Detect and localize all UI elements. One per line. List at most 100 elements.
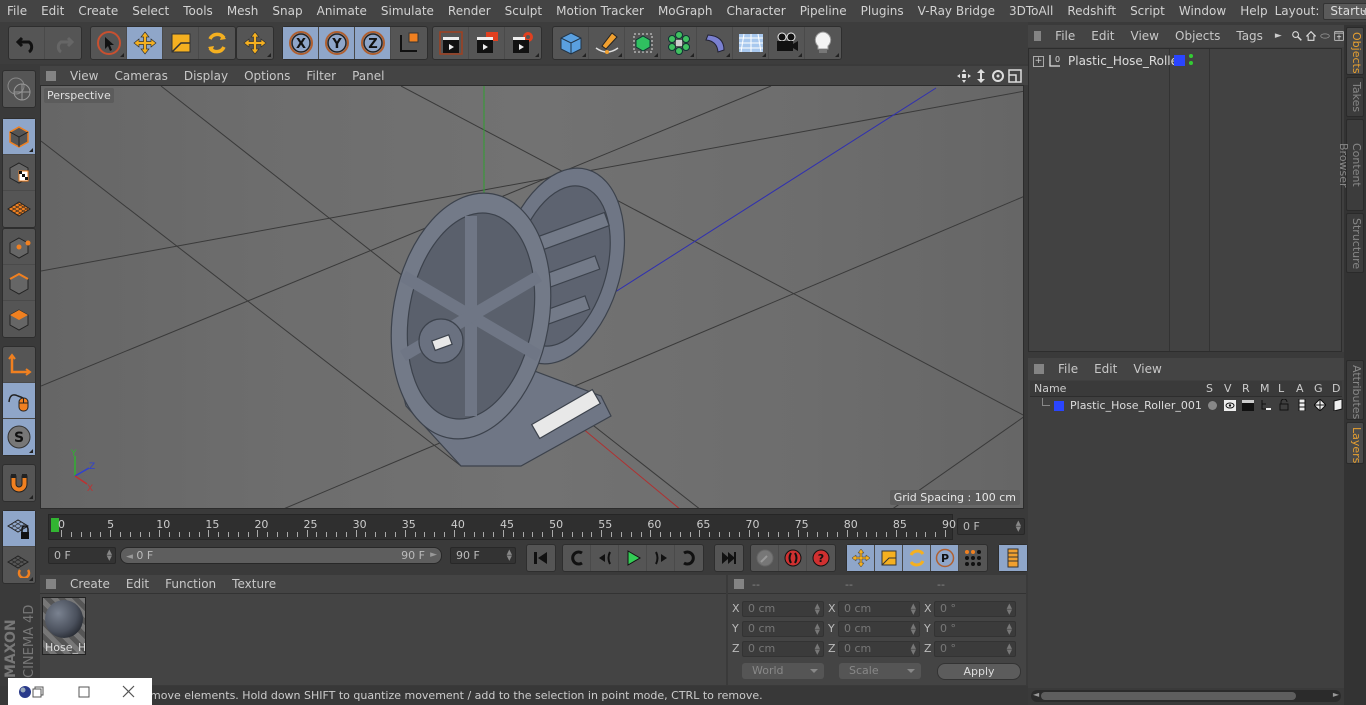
pen-button[interactable] bbox=[589, 27, 625, 59]
filter-icon[interactable] bbox=[1320, 29, 1330, 43]
material-menu-texture[interactable]: Texture bbox=[224, 577, 284, 591]
tab-content-browser[interactable]: Content Browser bbox=[1337, 119, 1364, 211]
deformer-button[interactable] bbox=[697, 27, 733, 59]
menu-sculpt[interactable]: Sculpt bbox=[498, 4, 549, 18]
home-icon[interactable] bbox=[1305, 29, 1316, 43]
goto-start-button[interactable] bbox=[527, 545, 555, 571]
perspective-viewport[interactable]: Perspective Y Z X Grid Spacing : 100 cm bbox=[40, 85, 1024, 509]
visibility-eye-icon[interactable] bbox=[1224, 400, 1236, 411]
spinner-icon[interactable]: ▲ ▼ bbox=[1007, 643, 1012, 656]
panel-grip[interactable] bbox=[1034, 364, 1044, 374]
record-active-button[interactable] bbox=[751, 545, 779, 571]
prev-keyframe-button[interactable] bbox=[563, 545, 591, 571]
layer-color-swatch[interactable] bbox=[1054, 401, 1064, 411]
maximize-icon[interactable] bbox=[78, 686, 90, 698]
objects-menu-objects[interactable]: Objects bbox=[1167, 29, 1228, 43]
layer-row[interactable]: Plastic_Hose_Roller_001 bbox=[1030, 398, 1343, 414]
range-left-arrow-icon[interactable]: ◄ bbox=[126, 552, 133, 562]
polygons-mode-button[interactable] bbox=[3, 301, 35, 337]
position-z-field[interactable]: 0 cm ▲ ▼ bbox=[742, 641, 824, 657]
column-animation[interactable]: A bbox=[1296, 382, 1304, 395]
menu-plugins[interactable]: Plugins bbox=[854, 4, 911, 18]
column-render[interactable]: R bbox=[1242, 382, 1250, 395]
tab-takes[interactable]: Takes bbox=[1346, 77, 1364, 117]
cube-button[interactable] bbox=[553, 27, 589, 59]
expand-icon[interactable]: + bbox=[1033, 55, 1044, 67]
key-parameter-button[interactable]: P bbox=[931, 545, 959, 571]
material-item[interactable]: Hose_H bbox=[42, 597, 86, 655]
snap-button[interactable] bbox=[3, 465, 35, 501]
spinner-icon[interactable]: ▲ ▼ bbox=[1016, 520, 1021, 533]
x-axis-button[interactable]: X bbox=[283, 27, 319, 59]
viewport-menu-options[interactable]: Options bbox=[236, 69, 298, 83]
camera-label[interactable]: Perspective bbox=[44, 88, 114, 103]
menu-create[interactable]: Create bbox=[71, 4, 125, 18]
pan-view-icon[interactable] bbox=[957, 68, 971, 83]
material-menu-edit[interactable]: Edit bbox=[118, 577, 157, 591]
menu-motion-tracker[interactable]: Motion Tracker bbox=[549, 4, 651, 18]
menu-redshift[interactable]: Redshift bbox=[1060, 4, 1123, 18]
key-rotation-button[interactable] bbox=[903, 545, 931, 571]
layer-color-swatch[interactable] bbox=[1174, 55, 1185, 66]
tab-objects[interactable]: Objects bbox=[1346, 27, 1364, 75]
rotation-z-field[interactable]: 0 ° ▲ ▼ bbox=[934, 641, 1016, 657]
layers-menu-file[interactable]: File bbox=[1050, 362, 1086, 376]
render-settings-button[interactable] bbox=[505, 27, 541, 59]
menu-tools[interactable]: Tools bbox=[176, 4, 220, 18]
column-view[interactable]: V bbox=[1224, 382, 1232, 395]
search-icon[interactable] bbox=[1292, 29, 1302, 43]
objects-menu-tags[interactable]: Tags bbox=[1228, 29, 1271, 43]
menu-3dtoall[interactable]: 3DToAll bbox=[1002, 4, 1060, 18]
new-window-icon[interactable] bbox=[1334, 29, 1344, 43]
menu-file[interactable]: File bbox=[0, 4, 34, 18]
menu-vray-bridge[interactable]: V-Ray Bridge bbox=[911, 4, 1002, 18]
align-workplane-button[interactable] bbox=[3, 547, 35, 583]
camera-button[interactable] bbox=[769, 27, 805, 59]
objects-menu-file[interactable]: File bbox=[1047, 29, 1083, 43]
model-mode-button[interactable] bbox=[3, 119, 35, 155]
subdivision-button[interactable] bbox=[625, 27, 661, 59]
spinner-icon[interactable]: ▲ ▼ bbox=[815, 603, 820, 616]
object-row[interactable]: + 0 Plastic_Hose_Roller bbox=[1033, 53, 1183, 69]
zoom-view-icon[interactable] bbox=[974, 68, 988, 83]
lock-workplane-button[interactable] bbox=[3, 511, 35, 547]
y-axis-button[interactable]: Y bbox=[319, 27, 355, 59]
rotation-y-field[interactable]: 0 ° ▲ ▼ bbox=[934, 621, 1016, 637]
layer-horizontal-scrollbar[interactable]: ◄ ► bbox=[1031, 690, 1341, 702]
layer-name[interactable]: Plastic_Hose_Roller_001 bbox=[1070, 399, 1202, 412]
live-selection-button[interactable] bbox=[91, 27, 127, 59]
rotate-view-icon[interactable] bbox=[991, 69, 1005, 83]
menu-mograph[interactable]: MoGraph bbox=[651, 4, 720, 18]
column-deformers[interactable]: D bbox=[1332, 382, 1340, 395]
menu-snap[interactable]: Snap bbox=[265, 4, 309, 18]
next-keyframe-button[interactable] bbox=[675, 545, 703, 571]
menu-edit[interactable]: Edit bbox=[34, 4, 71, 18]
menu-script[interactable]: Script bbox=[1123, 4, 1172, 18]
scroll-right-arrow-icon[interactable]: ► bbox=[1333, 690, 1339, 699]
column-locked[interactable]: L bbox=[1278, 382, 1284, 395]
play-button[interactable] bbox=[619, 545, 647, 571]
panel-grip[interactable] bbox=[46, 579, 56, 589]
more-arrow-icon[interactable]: ► bbox=[1275, 31, 1282, 41]
generator-icon[interactable] bbox=[1314, 399, 1326, 411]
scroll-left-arrow-icon[interactable]: ◄ bbox=[1033, 690, 1039, 699]
layers-menu-edit[interactable]: Edit bbox=[1086, 362, 1125, 376]
keyframe-selection-button[interactable]: ? bbox=[807, 545, 835, 571]
viewport-menu-cameras[interactable]: Cameras bbox=[106, 69, 175, 83]
floor-button[interactable] bbox=[733, 27, 769, 59]
light-button[interactable] bbox=[805, 27, 841, 59]
workplane-mode-button[interactable] bbox=[3, 191, 35, 227]
object-name[interactable]: Plastic_Hose_Roller bbox=[1068, 54, 1183, 68]
spinner-icon[interactable]: ▲ ▼ bbox=[911, 643, 916, 656]
material-menu-create[interactable]: Create bbox=[62, 577, 118, 591]
coordinate-space-dropdown[interactable]: World bbox=[742, 663, 824, 679]
make-editable-button[interactable] bbox=[3, 71, 35, 107]
column-manager[interactable]: M bbox=[1260, 382, 1270, 395]
render-view-button[interactable] bbox=[433, 27, 469, 59]
menu-pipeline[interactable]: Pipeline bbox=[793, 4, 854, 18]
column-generators[interactable]: G bbox=[1314, 382, 1323, 395]
menu-window[interactable]: Window bbox=[1172, 4, 1233, 18]
spinner-icon[interactable]: ▲ ▼ bbox=[1007, 603, 1012, 616]
tab-structure[interactable]: Structure bbox=[1346, 213, 1364, 273]
prev-frame-button[interactable] bbox=[591, 545, 619, 571]
